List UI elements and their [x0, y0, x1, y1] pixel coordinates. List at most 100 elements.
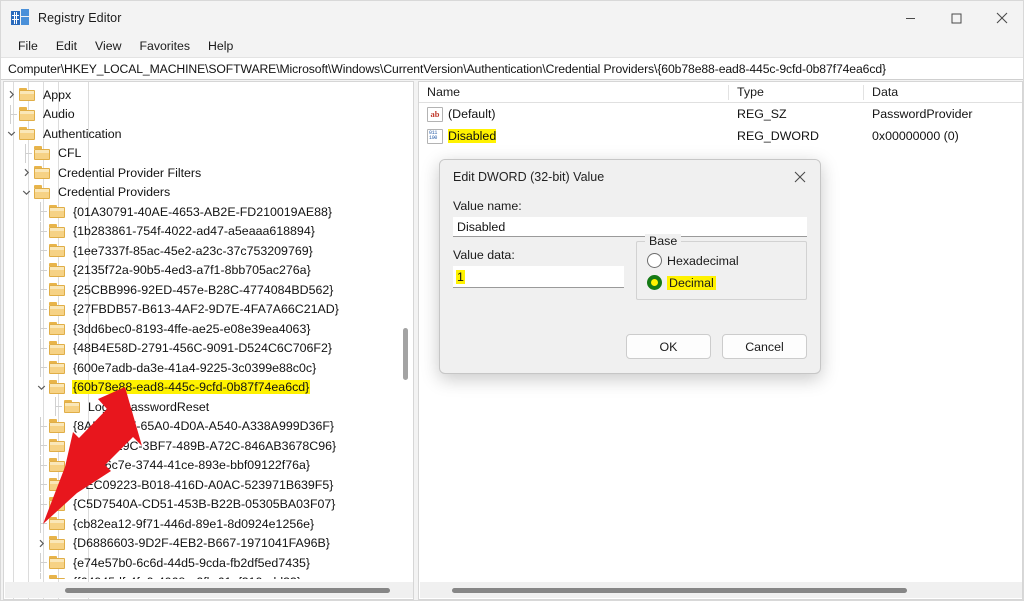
tree-node[interactable]: {27FBDB57-B613-4AF2-9D7E-4FA7A66C21AD} [4, 299, 413, 320]
tree-node[interactable]: {1ee7337f-85ac-45e2-a23c-37c753209769} [4, 241, 413, 261]
registry-editor-icon [11, 9, 29, 27]
tree-node[interactable]: {8AF662BF-65A0-4D0A-A540-A338A999D36F} [4, 416, 413, 437]
tree-node-label: LogonPasswordReset [88, 399, 210, 414]
tree-node[interactable]: {f64945df-4fa9-4068-a2fb-61af319edd33} [4, 572, 413, 579]
column-header-data[interactable]: Data [864, 82, 1022, 103]
tree-node[interactable]: Audio [4, 104, 413, 125]
tree-node[interactable]: {3dd6bec0-8193-4ffe-ae25-e08e39ea4063} [4, 319, 413, 339]
tree-node[interactable]: {600e7adb-da3e-41a4-9225-3c0399e88c0c} [4, 358, 413, 378]
chevron-right-icon[interactable] [4, 85, 19, 104]
close-icon[interactable] [780, 160, 820, 193]
chevron-right-icon[interactable] [34, 534, 49, 553]
value-data-column: Value data: 1 [453, 248, 624, 300]
cancel-button[interactable]: Cancel [722, 334, 807, 359]
chevron-down-icon[interactable] [34, 378, 49, 397]
tree-line [4, 104, 19, 124]
menu-item-help[interactable]: Help [199, 37, 242, 55]
tree-node[interactable]: Appx [4, 85, 413, 105]
tree-node-label: {27FBDB57-B613-4AF2-9D7E-4FA7A66C21AD} [73, 302, 339, 317]
registry-path: Computer\HKEY_LOCAL_MACHINE\SOFTWARE\Mic… [8, 61, 886, 76]
chevron-down-icon[interactable] [4, 124, 19, 143]
tree-line [34, 260, 49, 280]
tree-node[interactable]: Credential Provider Filters [4, 163, 413, 183]
tree-node-label: Audio [43, 107, 75, 122]
tree-node-label: {8AF662BF-65A0-4D0A-A540-A338A999D36F} [73, 419, 335, 434]
close-icon[interactable] [979, 1, 1023, 35]
table-row[interactable]: 011 100 Disabled REG_DWORD 0x00000000 (0) [419, 125, 1022, 147]
value-type-cell: REG_DWORD [737, 129, 819, 143]
radio-decimal[interactable]: Decimal [647, 275, 796, 290]
tree-line [34, 299, 49, 319]
value-data-label: Value data: [453, 248, 515, 262]
folder-icon [34, 185, 52, 199]
tree-node[interactable]: {cb82ea12-9f71-446d-89e1-8d0924e1256e} [4, 514, 413, 534]
tree-node-label: Credential Providers [58, 185, 171, 200]
tree-node-label: {D6886603-9D2F-4EB2-B667-1971041FA96B} [73, 536, 330, 551]
menu-item-favorites[interactable]: Favorites [130, 37, 199, 55]
tree-node-label: {f64945df-4fa9-4068-a2fb-61af319edd33} [72, 575, 302, 579]
tree-node[interactable]: {2135f72a-90b5-4ed3-a7f1-8bb705ac276a} [4, 260, 413, 281]
tree-node[interactable]: LogonPasswordReset [4, 397, 413, 417]
registry-tree[interactable]: Appx Audio Authentication CFL Credential Pro… [4, 82, 413, 579]
folder-icon [49, 536, 67, 550]
tree-node[interactable]: Credential Providers [4, 183, 413, 203]
table-row[interactable]: ab (Default) REG_SZ PasswordProvider [419, 103, 1022, 125]
tree-node-label: {1b283861-754f-4022-ad47-a5eaaa618894} [73, 224, 315, 239]
tree-vertical-scrollbar[interactable] [399, 83, 412, 579]
tree-line [34, 338, 49, 358]
values-list[interactable]: ab (Default) REG_SZ PasswordProvider 011 100 D… [419, 103, 1022, 147]
tree-node-label: {8FD7E19C-3BF7-489B-A72C-846AB3678C96} [73, 438, 337, 453]
tree-node-label: {2135f72a-90b5-4ed3-a7f1-8bb705ac276a} [73, 263, 311, 278]
tree-node[interactable]: {e74e57b0-6c6d-44d5-9cda-fb2df5ed7435} [4, 553, 413, 573]
radio-hexadecimal[interactable]: Hexadecimal [647, 253, 796, 268]
column-header-type[interactable]: Type [729, 82, 864, 103]
folder-icon [49, 555, 67, 570]
tree-node[interactable]: {48B4E58D-2791-456C-9091-D524C6C706F2} [4, 338, 413, 359]
maximize-icon[interactable] [933, 1, 979, 35]
dialog-title-bar: Edit DWORD (32-bit) Value [440, 160, 820, 193]
folder-icon [49, 360, 67, 375]
menu-item-view[interactable]: View [86, 37, 130, 55]
chevron-right-icon[interactable] [19, 163, 34, 182]
address-bar[interactable]: Computer\HKEY_LOCAL_MACHINE\SOFTWARE\Mic… [1, 58, 1023, 80]
tree-node[interactable]: Authentication [4, 124, 413, 144]
tree-line [34, 221, 49, 241]
folder-icon [34, 165, 52, 180]
folder-icon [49, 302, 67, 316]
tree-node[interactable]: {D6886603-9D2F-4EB2-B667-1971041FA96B} [4, 534, 413, 554]
menu-item-file[interactable]: File [9, 37, 47, 55]
values-horizontal-scrollbar[interactable] [420, 582, 1022, 598]
ok-button[interactable]: OK [626, 334, 711, 359]
tree-horizontal-scrollbar[interactable] [5, 582, 413, 598]
tree-node[interactable]: {25CBB996-92ED-457e-B28C-4774084BD562} [4, 280, 413, 300]
value-name-text: Disabled [457, 219, 506, 234]
column-header-name[interactable]: Name [419, 82, 729, 103]
value-name-field[interactable]: Disabled [453, 217, 807, 237]
registry-editor-window: Registry Editor File Edit View Favorites… [0, 0, 1024, 601]
folder-icon [64, 399, 82, 414]
tree-node[interactable]: CFL [4, 143, 413, 164]
radio-hexadecimal-label: Hexadecimal [667, 253, 739, 268]
tree-node[interactable]: {60b78e88-ead8-445c-9cfd-0b87f74ea6cd} [4, 378, 413, 398]
tree-node[interactable]: {C5D7540A-CD51-453B-B22B-05305BA03F07} [4, 494, 413, 515]
tree-node[interactable]: {01A30791-40AE-4653-AB2E-FD210019AE88} [4, 202, 413, 222]
value-data-cell: PasswordProvider [872, 107, 973, 121]
tree-node-label: {01A30791-40AE-4653-AB2E-FD210019AE88} [73, 204, 333, 219]
value-data-field[interactable]: 1 [453, 266, 624, 288]
menu-item-edit[interactable]: Edit [47, 37, 86, 55]
radio-decimal-indicator[interactable] [647, 275, 662, 290]
value-type-cell: REG_SZ [737, 107, 787, 121]
edit-dword-dialog: Edit DWORD (32-bit) Value Value name: Di… [439, 159, 821, 374]
dialog-columns: Value data: 1 Base Hexadecimal Decimal [453, 234, 807, 300]
radio-hexadecimal-indicator[interactable] [647, 253, 662, 268]
tree-node-label: Authentication [43, 126, 122, 141]
dialog-body: Value name: Disabled Value data: 1 Base [440, 193, 820, 300]
tree-node[interactable]: {94596c7e-3744-41ce-893e-bbf09122f76a} [4, 455, 413, 476]
base-groupbox: Base Hexadecimal Decimal [636, 234, 807, 300]
tree-node[interactable]: {BEC09223-B018-416D-A0AC-523971B639F5} [4, 475, 413, 495]
chevron-down-icon[interactable] [19, 183, 34, 202]
tree-node[interactable]: {8FD7E19C-3BF7-489B-A72C-846AB3678C96} [4, 436, 413, 456]
minimize-icon[interactable] [887, 1, 933, 35]
folder-icon [49, 204, 67, 219]
tree-node[interactable]: {1b283861-754f-4022-ad47-a5eaaa618894} [4, 221, 413, 242]
